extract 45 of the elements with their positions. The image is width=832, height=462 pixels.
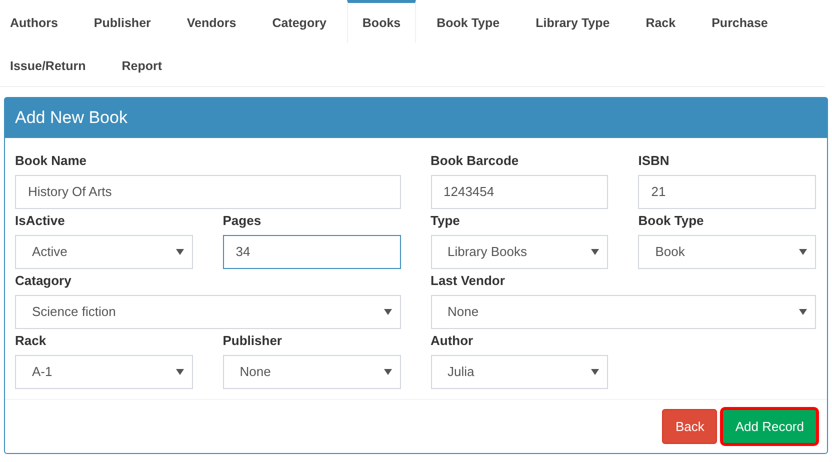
field-label: Book Type bbox=[638, 212, 704, 230]
caret-icon bbox=[176, 249, 184, 255]
field-label: Book Name bbox=[15, 152, 87, 170]
select-field[interactable]: None bbox=[430, 295, 816, 329]
field-label: Type bbox=[430, 212, 460, 230]
nav-tab[interactable]: Publisher bbox=[78, 0, 166, 43]
caret-icon bbox=[384, 309, 392, 315]
field-label: Last Vendor bbox=[430, 272, 505, 290]
field-label: Pages bbox=[222, 212, 262, 230]
nav-tab[interactable]: Purchase bbox=[696, 0, 783, 43]
nav-tab[interactable]: Books bbox=[347, 0, 416, 43]
field-label: Publisher bbox=[222, 332, 282, 350]
caret-icon bbox=[591, 249, 600, 255]
caret-icon bbox=[176, 369, 184, 375]
field-label: IsActive bbox=[15, 212, 65, 230]
nav-tab[interactable]: Issue/Return bbox=[0, 43, 101, 86]
select-field[interactable]: Library Books bbox=[430, 235, 608, 269]
select-field[interactable]: None bbox=[222, 355, 400, 389]
field-label: Author bbox=[430, 332, 474, 350]
input-field[interactable]: 21 bbox=[638, 175, 816, 209]
nav-tab[interactable]: Category bbox=[257, 0, 342, 43]
field-label: Book Barcode bbox=[430, 152, 519, 170]
action-button[interactable]: Back bbox=[662, 409, 718, 444]
input-field[interactable]: 1243454 bbox=[430, 175, 608, 209]
field-label: Catagory bbox=[15, 272, 72, 290]
input-field[interactable]: History Of Arts bbox=[15, 175, 400, 209]
field-label: ISBN bbox=[638, 152, 670, 170]
select-field[interactable]: Science fiction bbox=[15, 295, 400, 329]
nav-tab[interactable]: Rack bbox=[630, 0, 691, 43]
nav-tab[interactable]: Report bbox=[106, 43, 177, 86]
select-field[interactable]: Book bbox=[638, 235, 816, 269]
field-label: Rack bbox=[15, 332, 46, 350]
panel-title: Add New Book bbox=[15, 107, 128, 130]
caret-icon bbox=[591, 369, 600, 375]
input-field[interactable]: 34 bbox=[222, 235, 400, 269]
caret-icon bbox=[799, 249, 807, 255]
select-field[interactable]: Julia bbox=[430, 355, 608, 389]
nav-tab[interactable]: Authors bbox=[0, 0, 73, 43]
caret-icon bbox=[799, 309, 807, 315]
select-field[interactable]: A-1 bbox=[15, 355, 193, 389]
nav-tab[interactable]: Book Type bbox=[422, 0, 515, 43]
nav-tab[interactable]: Library Type bbox=[520, 0, 625, 43]
select-field[interactable]: Active bbox=[15, 235, 193, 269]
caret-icon bbox=[384, 369, 392, 375]
nav-tab[interactable]: Vendors bbox=[172, 0, 252, 43]
